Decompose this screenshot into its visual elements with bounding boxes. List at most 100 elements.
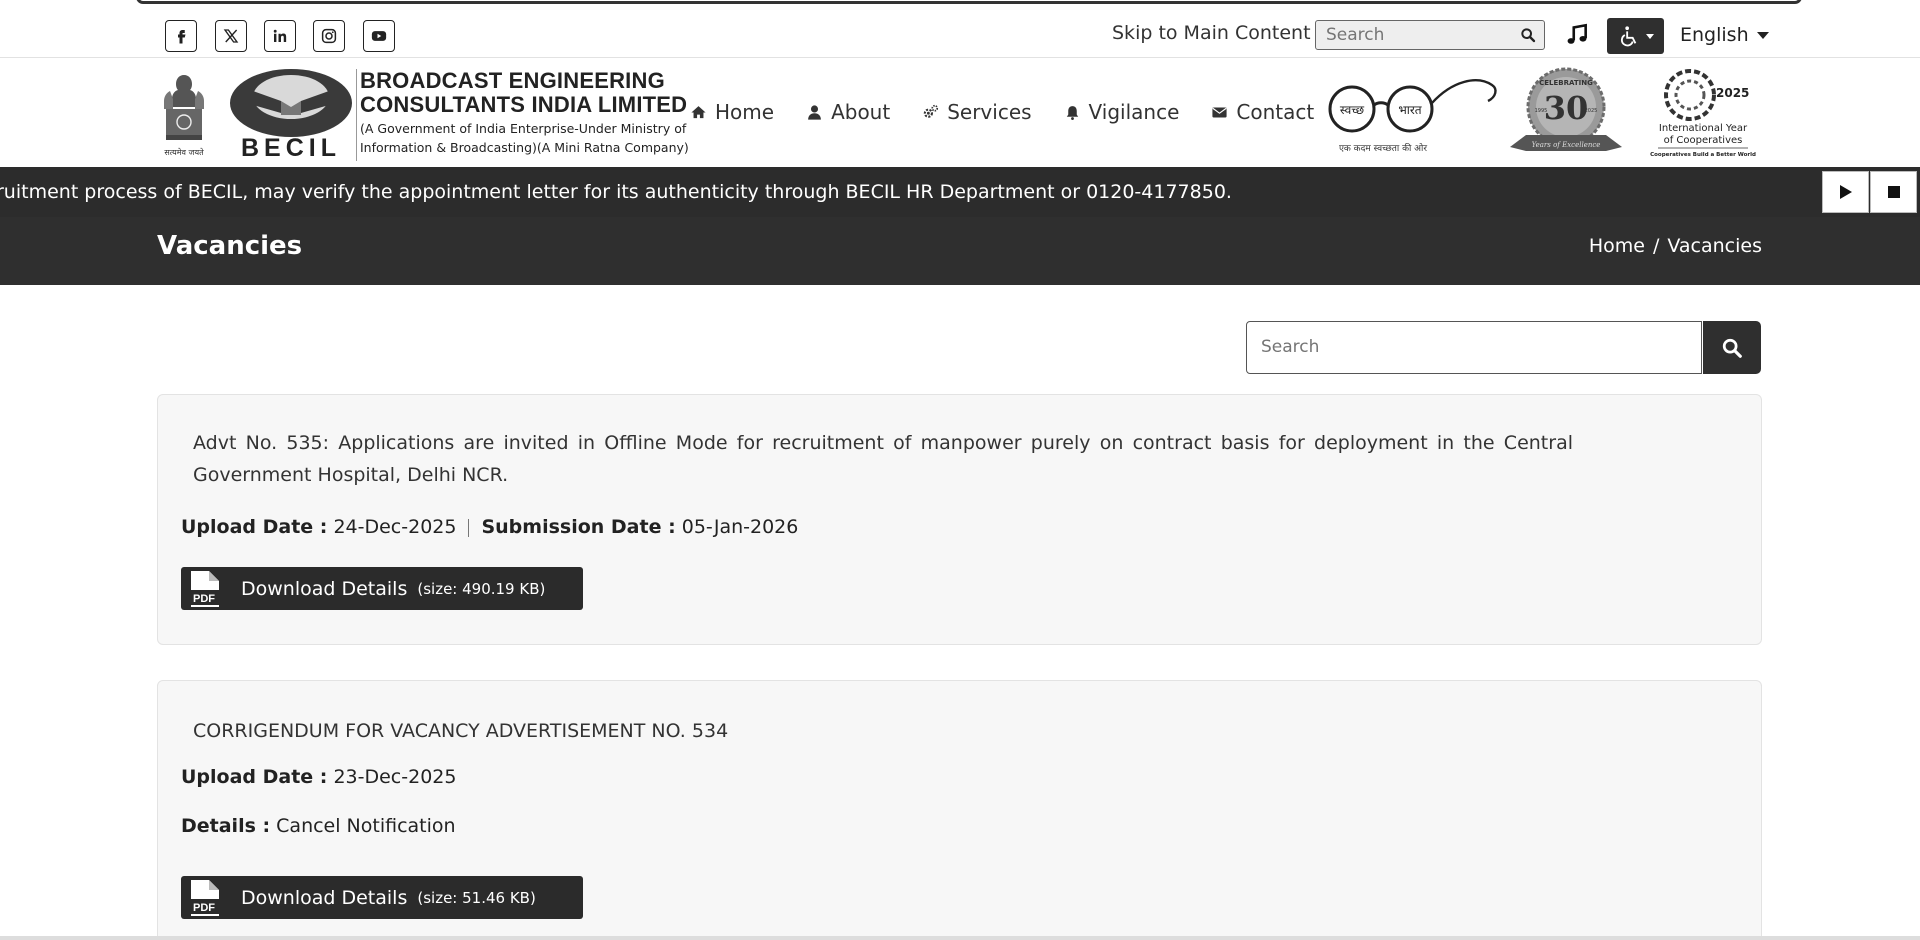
iyc-year: 2025 (1716, 86, 1749, 100)
caret-down-icon (1756, 32, 1769, 39)
submission-date-label: Submission Date : (481, 516, 676, 538)
search-icon[interactable] (1520, 27, 1536, 43)
org-name-line3: (A Government of India Enterprise-Under … (360, 121, 687, 136)
swachh-caption: एक कदम स्वच्छता की ओर (1339, 142, 1427, 154)
page-title: Vacancies (157, 231, 303, 261)
language-selector[interactable]: English (1680, 24, 1769, 46)
bharat-word: भारत (1398, 103, 1422, 117)
vacancy-card: CORRIGENDUM FOR VACANCY ADVERTISEMENT NO… (157, 680, 1762, 940)
upload-date-value: 23-Dec-2025 (333, 766, 457, 788)
wheelchair-icon (1620, 26, 1636, 47)
stop-icon (1887, 186, 1900, 198)
window-bottom-edge (0, 936, 1920, 940)
swachh-word: स्वच्छ (1340, 103, 1364, 117)
breadcrumb-home[interactable]: Home (1589, 235, 1645, 257)
linkedin-icon[interactable] (264, 20, 296, 52)
search-icon (1722, 338, 1742, 358)
breadcrumb-current: Vacancies (1667, 235, 1762, 257)
date-separator (468, 518, 470, 537)
file-size: (size: 490.19 KB) (417, 579, 546, 598)
pdf-icon: PDF (189, 879, 219, 916)
accessibility-button[interactable] (1607, 18, 1664, 54)
celebrating-sub: Years of Excellence (1532, 141, 1601, 149)
submission-date-value: 05-Jan-2026 (681, 516, 799, 538)
pdf-badge-text: PDF (193, 902, 215, 914)
play-icon (1839, 185, 1852, 199)
celebrating-year-left: 1995 (1535, 108, 1548, 114)
nav-home-label: Home (715, 100, 775, 124)
download-details-button[interactable]: PDF Download Details (size: 51.46 KB) (181, 876, 583, 919)
ticker-stop-button[interactable] (1870, 171, 1917, 213)
home-icon (691, 105, 706, 118)
nav-services-label: Services (947, 100, 1032, 124)
ticker-play-button[interactable] (1822, 171, 1869, 213)
browser-frame-edge (136, 0, 1802, 4)
celebrating-year-right: 2025 (1585, 108, 1598, 114)
page: Skip to Main Content English सत्यमेव जयत… (0, 0, 1920, 940)
celebrating-30-years-badge: CELEBRATING 30 1995 2025 Years of Excell… (1510, 67, 1622, 151)
gears-icon (923, 104, 939, 118)
vacancy-search-box (1246, 321, 1702, 374)
international-year-cooperatives-logo: 2025 International Year of Cooperatives … (1650, 69, 1756, 158)
news-ticker: ruitment process of BECIL, may verify th… (0, 167, 1920, 217)
org-name-line4: Information & Broadcasting)(A Mini Ratna… (360, 140, 689, 155)
vacancy-dates: Upload Date : 23-Dec-2025 (181, 766, 456, 788)
swachh-bharat-logo: स्वच्छ भारत एक कदम स्वच्छता की ओर (1328, 79, 1497, 154)
file-size: (size: 51.46 KB) (417, 888, 536, 907)
ticker-text: ruitment process of BECIL, may verify th… (0, 181, 1232, 203)
celebrating-number: 30 (1544, 89, 1589, 127)
download-label: Download Details (241, 577, 408, 600)
vacancy-search-input[interactable] (1247, 322, 1687, 372)
nav-home[interactable]: Home (690, 100, 774, 124)
instagram-icon[interactable] (313, 20, 345, 52)
music-note-icon[interactable] (1564, 22, 1590, 48)
org-name-line2: CONSULTANTS INDIA LIMITED (360, 92, 688, 117)
pdf-icon: PDF (189, 570, 219, 607)
breadcrumb-separator: / (1652, 235, 1660, 257)
breadcrumb: Home / Vacancies (1589, 235, 1762, 257)
user-icon (808, 104, 821, 120)
vacancy-details: Details : Cancel Notification (181, 815, 456, 837)
organization-name: BROADCAST ENGINEERING CONSULTANTS INDIA … (360, 69, 689, 157)
top-search-box (1315, 20, 1545, 50)
emblem-caption: सत्यमेव जयते (164, 147, 204, 157)
vacancy-dates: Upload Date : 24-Dec-2025 Submission Date… (181, 516, 798, 538)
main-navigation: Home About Services Vigilance Contact (690, 100, 1314, 124)
details-label: Details : (181, 815, 271, 837)
x-icon[interactable] (215, 20, 247, 52)
chevron-down-icon (1645, 33, 1654, 39)
upload-date-label: Upload Date : (181, 516, 328, 538)
site-header: सत्यमेव जयते BECIL BROADCAST ENGINEERING… (0, 59, 1920, 167)
vacancy-title: CORRIGENDUM FOR VACANCY ADVERTISEMENT NO… (193, 720, 729, 742)
nav-about-label: About (831, 100, 891, 124)
iyc-line1: International Year (1659, 123, 1748, 134)
iyc-tagline: Cooperatives Build a Better World (1650, 152, 1756, 158)
celebrating-text: CELEBRATING (1539, 79, 1593, 87)
utility-bar: Skip to Main Content English (0, 12, 1920, 58)
download-details-button[interactable]: PDF Download Details (size: 490.19 KB) (181, 567, 583, 610)
nav-contact[interactable]: Contact (1211, 100, 1314, 124)
download-label: Download Details (241, 886, 408, 909)
facebook-icon[interactable] (165, 20, 197, 52)
logo-divider (356, 69, 357, 161)
nav-vigilance-label: Vigilance (1088, 100, 1180, 124)
becil-logo-text: BECIL (241, 134, 341, 161)
vacancy-search-button[interactable] (1703, 321, 1761, 374)
top-search-input[interactable] (1316, 21, 1506, 49)
language-label: English (1680, 24, 1749, 46)
upload-date-value: 24-Dec-2025 (333, 516, 457, 538)
bell-icon (1066, 105, 1078, 120)
nav-vigilance[interactable]: Vigilance (1064, 100, 1180, 124)
envelope-icon (1212, 107, 1227, 117)
vacancy-card: Advt No. 535: Applications are invited i… (157, 394, 1762, 645)
nav-services[interactable]: Services (922, 100, 1032, 124)
skip-to-main-link[interactable]: Skip to Main Content (1112, 22, 1311, 44)
pdf-badge-text: PDF (193, 593, 215, 605)
youtube-icon[interactable] (363, 20, 395, 52)
nav-about[interactable]: About (806, 100, 890, 124)
page-title-band: Vacancies Home / Vacancies (0, 217, 1920, 285)
org-name-line1: BROADCAST ENGINEERING (360, 68, 665, 93)
upload-date-label: Upload Date : (181, 766, 328, 788)
national-emblem-logo: सत्यमेव जयते (164, 75, 204, 157)
becil-logo: BECIL (230, 69, 352, 161)
